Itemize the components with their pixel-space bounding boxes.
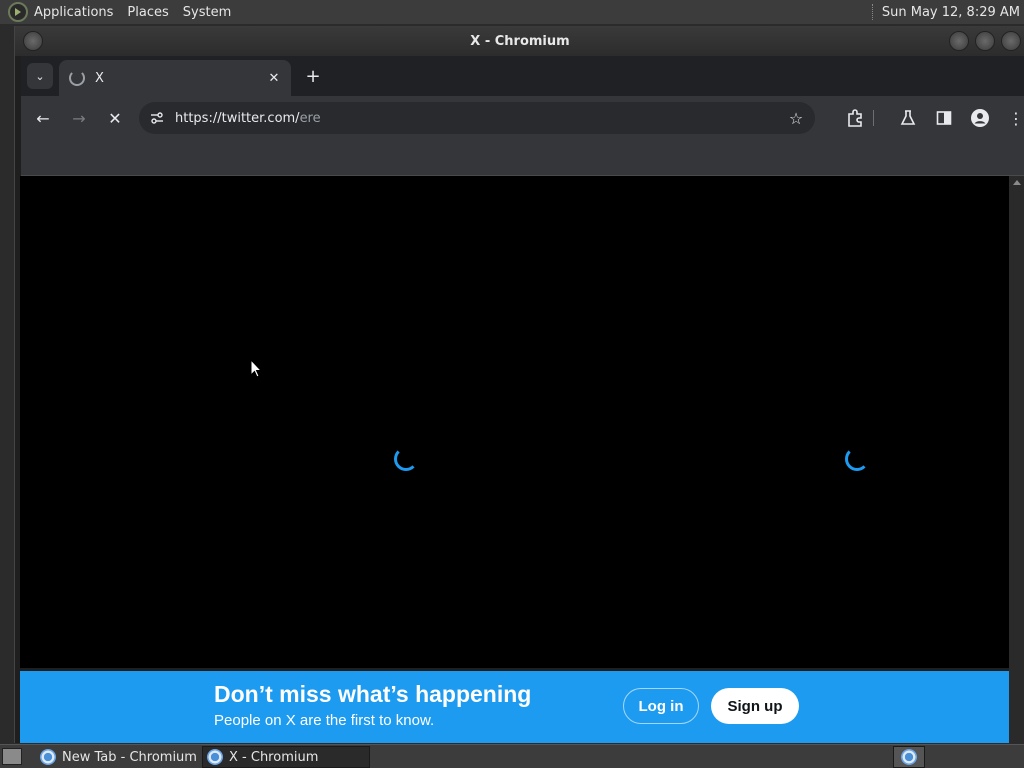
profile-icon[interactable]: [968, 106, 992, 130]
loading-spinner-icon: [845, 447, 869, 471]
extensions-icon[interactable]: [843, 106, 867, 130]
menu-applications[interactable]: Applications: [34, 5, 113, 20]
chromium-icon: [207, 749, 223, 765]
url-text[interactable]: https://twitter.com/ere: [175, 111, 321, 126]
menu-places[interactable]: Places: [127, 5, 168, 20]
labs-flask-icon[interactable]: [896, 106, 920, 130]
taskbar-item-new-tab[interactable]: New Tab - Chromium: [36, 746, 198, 768]
menu-system[interactable]: System: [183, 5, 231, 20]
taskbar-item-label: X - Chromium: [229, 749, 319, 765]
bookmarks-bar: [21, 140, 1024, 176]
site-info-icon[interactable]: [149, 110, 165, 126]
page-scrollbar[interactable]: [1009, 176, 1024, 743]
taskbar-item-label: New Tab - Chromium: [62, 749, 197, 765]
login-button[interactable]: Log in: [623, 688, 699, 724]
address-bar[interactable]: https://twitter.com/ere ☆: [139, 102, 815, 134]
window-controls: [949, 31, 1021, 51]
tab-strip: ⌄ X ✕ +: [21, 56, 1024, 96]
minimize-button[interactable]: [949, 31, 969, 51]
tray-chromium-button[interactable]: [893, 746, 925, 768]
window-menu-icon[interactable]: [23, 31, 43, 51]
new-tab-button[interactable]: +: [301, 64, 325, 88]
show-desktop-icon[interactable]: [2, 748, 22, 765]
tab-close-button[interactable]: ✕: [265, 69, 283, 87]
clock[interactable]: Sun May 12, 8:29 AM: [882, 5, 1020, 20]
menu-icon[interactable]: ⋮: [1004, 106, 1024, 130]
chevron-down-icon: ⌄: [35, 69, 45, 83]
window-title: X - Chromium: [470, 33, 570, 49]
distro-logo-icon[interactable]: [8, 2, 28, 22]
tab-x[interactable]: X ✕: [59, 60, 291, 96]
signup-banner: Don’t miss what’s happening People on X …: [20, 671, 1009, 743]
browser-toolbar: ← → ✕ https://twitter.com/ere ☆ ⋮: [21, 96, 1024, 140]
back-button[interactable]: ←: [31, 106, 55, 130]
window-titlebar[interactable]: X - Chromium: [15, 26, 1024, 56]
chromium-icon: [901, 749, 917, 765]
bookmark-star-icon[interactable]: ☆: [787, 109, 805, 128]
banner-headline: Don’t miss what’s happening: [214, 681, 532, 707]
taskbar: New Tab - Chromium X - Chromium: [0, 744, 1024, 768]
signup-button[interactable]: Sign up: [711, 688, 799, 724]
chromium-icon: [40, 749, 56, 765]
tab-search-button[interactable]: ⌄: [27, 63, 53, 89]
maximize-button[interactable]: [975, 31, 995, 51]
taskbar-item-x-chromium[interactable]: X - Chromium: [202, 746, 370, 768]
scroll-up-arrow-icon[interactable]: [1013, 180, 1021, 185]
browser-window: X - Chromium ⌄ X ✕ + ← → ✕ https://twitt…: [14, 26, 1024, 743]
toolbar-divider: [873, 110, 874, 126]
side-panel-icon[interactable]: [932, 106, 956, 130]
close-window-button[interactable]: [1001, 31, 1021, 51]
top-panel: Applications Places System Sun May 12, 8…: [0, 0, 1024, 24]
page-viewport[interactable]: [20, 176, 1009, 668]
loading-spinner-icon: [394, 447, 418, 471]
banner-subline: People on X are the first to know.: [214, 712, 435, 729]
url-host: https://twitter.com/: [175, 110, 300, 126]
panel-separator: [871, 4, 874, 20]
stop-loading-button[interactable]: ✕: [103, 106, 127, 130]
url-path: ere: [299, 110, 321, 126]
forward-button[interactable]: →: [67, 106, 91, 130]
loading-favicon-icon: [69, 70, 85, 86]
clock-area: Sun May 12, 8:29 AM: [871, 0, 1020, 24]
tab-title: X: [95, 70, 104, 86]
